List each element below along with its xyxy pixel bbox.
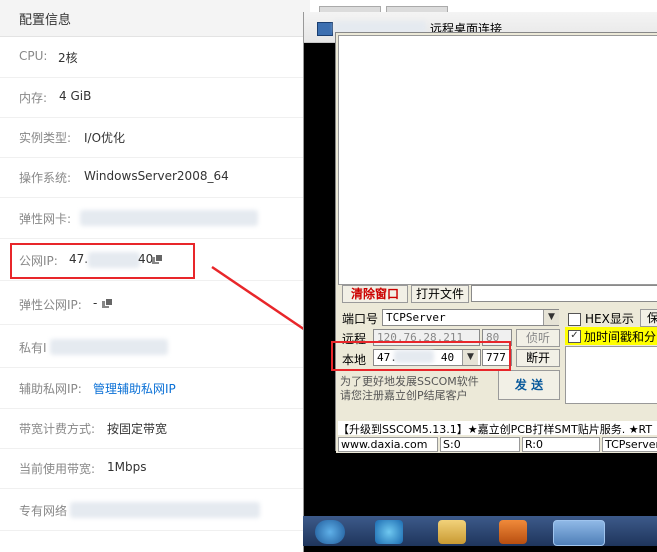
extra-options-area	[565, 346, 657, 404]
row-private-ip: 私有I	[0, 327, 310, 368]
cpu-label: CPU:	[19, 49, 48, 63]
highlight-box-public-ip	[10, 243, 195, 279]
status-received: R:0	[522, 437, 600, 452]
eni-label: 弹性网卡:	[19, 212, 72, 226]
redacted-eni	[80, 210, 258, 226]
timestamp-option[interactable]: ✓ 加时间戳和分	[565, 327, 657, 345]
row-instance-type: 实例类型: I/O优化	[0, 117, 310, 158]
panel-header: 配置信息	[0, 0, 310, 37]
rdp-icon	[317, 22, 333, 36]
row-vpc: 专有网络	[0, 490, 310, 531]
chevron-down-icon[interactable]: ▼	[543, 310, 559, 325]
cpu-value: 2核	[58, 51, 78, 65]
instance-type-label: 实例类型:	[19, 131, 72, 145]
billing-label: 带宽计费方式:	[19, 422, 96, 436]
hex-label: HEX显示	[585, 312, 634, 326]
open-file-button[interactable]: 打开文件	[411, 285, 469, 303]
bandwidth-value: 1Mbps	[107, 460, 147, 474]
row-eni: 弹性网卡:	[0, 198, 310, 239]
server-manager-icon[interactable]	[553, 520, 605, 546]
row-bandwidth: 当前使用带宽: 1Mbps	[0, 448, 310, 489]
eip-value: -	[93, 296, 98, 310]
port-select-value: TCPServer	[386, 311, 446, 324]
os-value: WindowsServer2008_64	[84, 169, 229, 183]
port-label: 端口号	[342, 312, 379, 326]
windows-taskbar	[303, 516, 657, 546]
row-os: 操作系统: WindowsServer2008_64	[0, 157, 310, 198]
eip-label: 弹性公网IP:	[19, 298, 82, 312]
port-select[interactable]: TCPServer	[382, 309, 559, 326]
row-eip: 弹性公网IP: -	[0, 284, 310, 325]
ad-text: 【升级到SSCOM5.13.1】★嘉立创PCB打样SMT贴片服务. ★RT	[338, 423, 653, 435]
disconnect-button[interactable]: 断开	[516, 349, 560, 367]
redacted-vpc	[70, 502, 260, 518]
row-memory: 内存: 4 GiB	[0, 77, 310, 118]
status-mode: TCPserver	[602, 437, 657, 452]
promo-line-2: 请您注册嘉立创P结尾客户	[340, 389, 468, 402]
send-button[interactable]: 发 送	[498, 370, 560, 400]
row-cpu: CPU: 2核	[0, 37, 310, 78]
copy-icon[interactable]	[102, 298, 113, 308]
row-billing: 带宽计费方式: 按固定带宽	[0, 408, 310, 449]
redacted-private-ip	[50, 339, 168, 355]
billing-value: 按固定带宽	[107, 422, 168, 436]
row-secondary-ip: 辅助私网IP: 管理辅助私网IP	[0, 368, 310, 409]
internet-explorer-icon[interactable]	[375, 520, 403, 544]
save-button[interactable]: 保	[640, 309, 657, 327]
manage-secondary-ip-link[interactable]: 管理辅助私网IP	[93, 380, 176, 397]
secondary-ip-label: 辅助私网IP:	[19, 382, 82, 396]
clear-window-button[interactable]: 清除窗口	[342, 285, 408, 303]
file-explorer-icon[interactable]	[438, 520, 466, 544]
remote-desktop-window[interactable]: 远程桌面连接 清除窗口 打开文件 端口号 TCPServer ▼ HEX显示 保…	[303, 6, 657, 552]
bandwidth-label: 当前使用带宽:	[19, 462, 96, 476]
private-ip-label: 私有I	[19, 341, 47, 355]
sscom-app: 清除窗口 打开文件 端口号 TCPServer ▼ HEX显示 保 远程 120…	[335, 32, 657, 453]
highlight-box-local-ip	[331, 341, 511, 371]
timestamp-label: 加时间戳和分	[584, 330, 657, 344]
panel-title: 配置信息	[19, 13, 72, 28]
vpc-label: 专有网络	[19, 504, 68, 518]
status-site: www.daxia.com	[338, 437, 438, 452]
ad-bar[interactable]: 【升级到SSCOM5.13.1】★嘉立创PCB打样SMT贴片服务. ★RT	[338, 421, 657, 435]
memory-label: 内存:	[19, 91, 48, 105]
status-sent: S:0	[440, 437, 520, 452]
os-label: 操作系统:	[19, 171, 72, 185]
instance-type-value: I/O优化	[84, 131, 126, 145]
status-bar: www.daxia.com S:0 R:0 TCPserver	[336, 437, 657, 453]
receive-area[interactable]	[338, 35, 657, 285]
file-path-input[interactable]	[471, 285, 657, 302]
listen-button[interactable]: 侦听	[516, 329, 560, 347]
hex-checkbox[interactable]	[568, 313, 581, 326]
media-player-icon[interactable]	[499, 520, 527, 544]
timestamp-checkbox[interactable]: ✓	[568, 330, 581, 343]
memory-value: 4 GiB	[59, 89, 92, 103]
start-button-icon[interactable]	[315, 520, 345, 544]
